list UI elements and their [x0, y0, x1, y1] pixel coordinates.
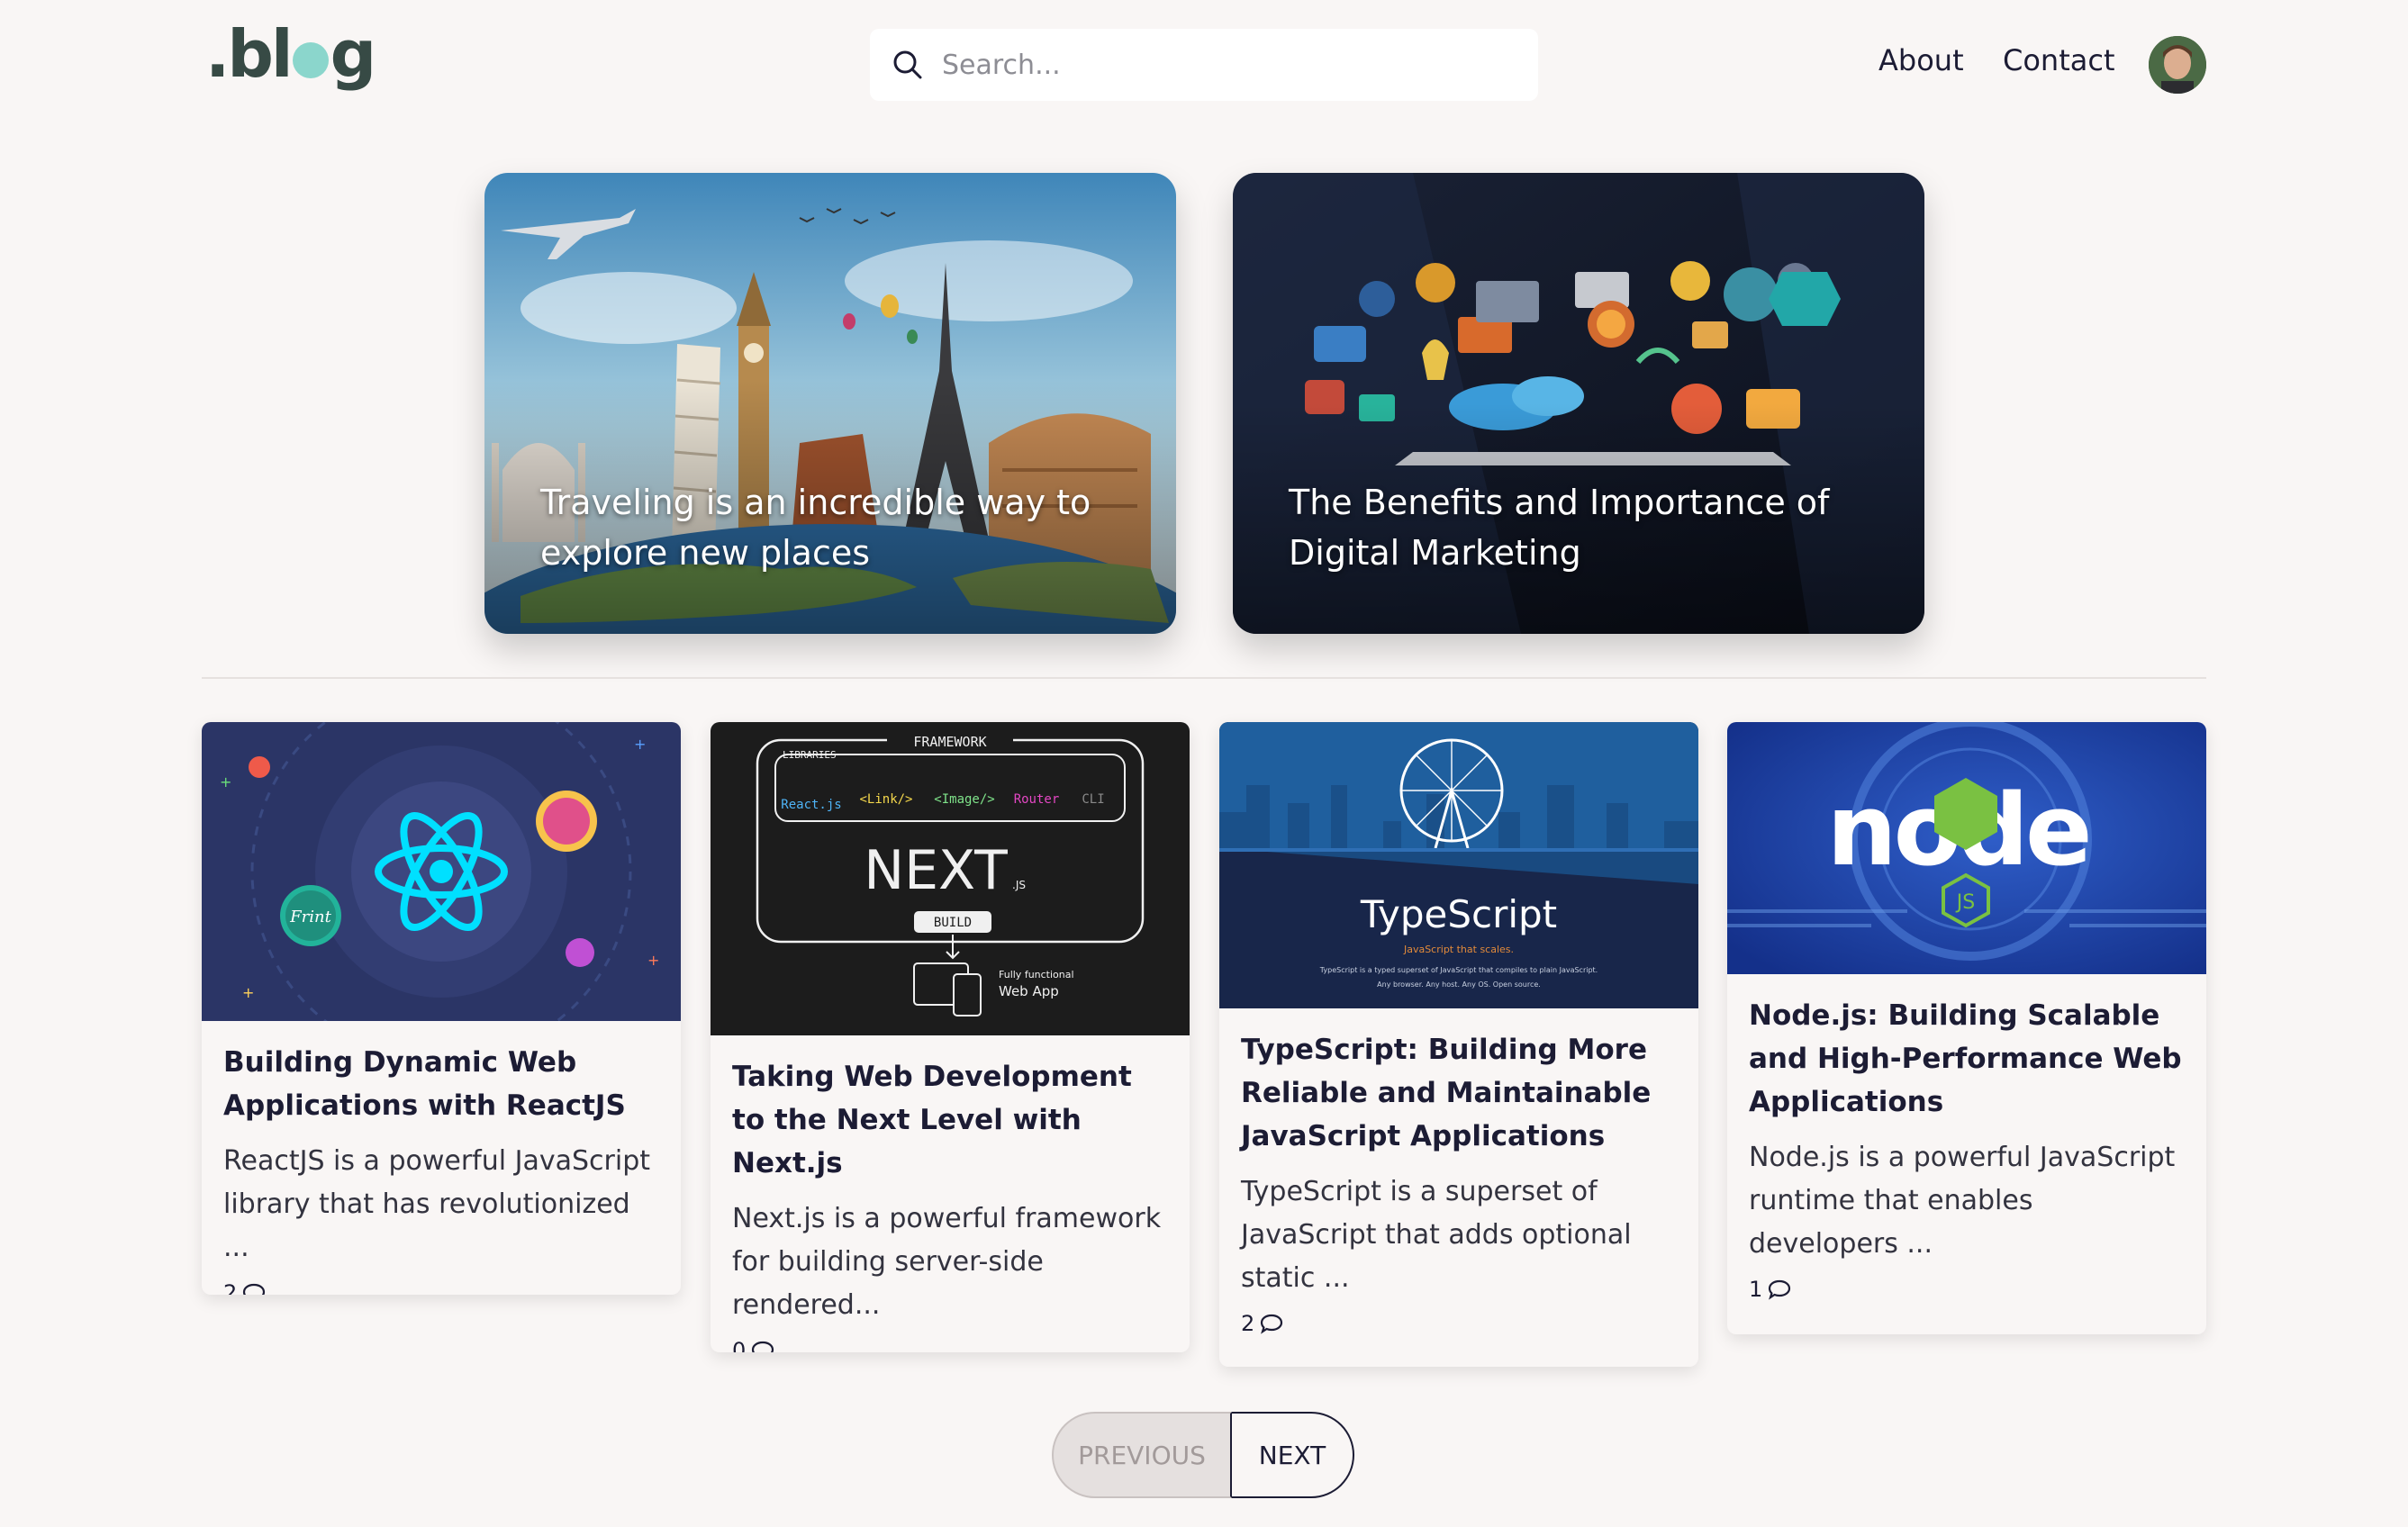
svg-text:NEXT: NEXT: [864, 839, 1008, 902]
featured-card-marketing[interactable]: The Benefits and Importance of Digital M…: [1233, 173, 1924, 634]
post-title[interactable]: Node.js: Building Scalable and High-Perf…: [1749, 994, 2185, 1124]
search-icon: [893, 50, 922, 79]
post-excerpt: ReactJS is a powerful JavaScript library…: [223, 1145, 650, 1263]
svg-text:LIBRARIES: LIBRARIES: [783, 749, 837, 761]
svg-text:JavaScript that scales.: JavaScript that scales.: [1403, 944, 1514, 955]
section-divider: [202, 677, 2206, 679]
post-card-typescript[interactable]: TypeScript JavaScript that scales. TypeS…: [1219, 722, 1698, 1367]
site-header: .blg About Contact: [0, 0, 2408, 135]
next-button[interactable]: NEXT: [1232, 1412, 1354, 1498]
post-card-body: TypeScript: Building More Reliable and M…: [1219, 1008, 1698, 1336]
comment-icon: [1769, 1279, 1791, 1300]
svg-text:+: +: [242, 984, 254, 1001]
post-card-react[interactable]: Frint + + + + Building Dynamic Web Appli…: [202, 722, 681, 1295]
logo-suffix: g: [330, 16, 377, 92]
featured-title: Traveling is an incredible way to explor…: [540, 483, 1091, 573]
svg-text:<Link/>: <Link/>: [859, 792, 912, 807]
svg-text:TypeScript: TypeScript: [1360, 892, 1557, 936]
comment-count-value: 2: [223, 1280, 238, 1295]
comment-count-value: 1: [1749, 1277, 1763, 1302]
post-card-nodejs[interactable]: node JS Node.js: Building Scalable and H…: [1727, 722, 2206, 1334]
pagination: PREVIOUS NEXT: [1052, 1412, 1354, 1498]
post-excerpt: TypeScript is a superset of JavaScript t…: [1241, 1176, 1632, 1294]
svg-text:Router: Router: [1014, 792, 1060, 807]
svg-text:JS: JS: [1955, 891, 1975, 914]
nav-about-link[interactable]: About: [1878, 43, 1964, 77]
svg-text:+: +: [220, 773, 231, 791]
post-image-nodejs: node JS: [1727, 722, 2206, 974]
search-input[interactable]: [940, 48, 1498, 82]
svg-text:<Image/>: <Image/>: [934, 792, 994, 807]
post-excerpt: Next.js is a powerful framework for buil…: [732, 1203, 1162, 1321]
svg-text:BUILD: BUILD: [934, 916, 972, 930]
comment-count: 1: [1749, 1277, 2185, 1302]
post-excerpt: Node.js is a powerful JavaScript runtime…: [1749, 1142, 2176, 1260]
featured-card-travel[interactable]: Traveling is an incredible way to explor…: [484, 173, 1176, 634]
post-title[interactable]: Building Dynamic Web Applications with R…: [223, 1041, 659, 1127]
comment-count: 0: [732, 1338, 1168, 1352]
search-box[interactable]: [870, 29, 1538, 101]
post-card-body: Building Dynamic Web Applications with R…: [202, 1021, 681, 1295]
logo-dot-icon: [292, 42, 329, 78]
site-logo[interactable]: .bl g: [205, 22, 376, 86]
comment-icon: [752, 1341, 774, 1352]
frint-badge-text: Frint: [289, 908, 331, 926]
post-title[interactable]: Taking Web Development to the Next Level…: [732, 1055, 1168, 1185]
post-image-typescript: TypeScript JavaScript that scales. TypeS…: [1219, 722, 1698, 1008]
featured-title: The Benefits and Importance of Digital M…: [1289, 483, 1830, 573]
comment-count: 2: [223, 1280, 659, 1295]
post-card-body: Node.js: Building Scalable and High-Perf…: [1727, 974, 2206, 1302]
comment-icon: [1261, 1314, 1283, 1334]
previous-button[interactable]: PREVIOUS: [1052, 1412, 1232, 1498]
svg-text:Any browser. Any host. Any OS.: Any browser. Any host. Any OS. Open sour…: [1377, 980, 1541, 989]
post-card-nextjs[interactable]: FRAMEWORK LIBRARIES React.js <Link/> <Im…: [711, 722, 1190, 1352]
post-card-body: Taking Web Development to the Next Level…: [711, 1035, 1190, 1352]
comment-icon: [243, 1283, 266, 1295]
svg-text:.JS: .JS: [1012, 879, 1026, 891]
user-avatar[interactable]: [2149, 36, 2206, 94]
comment-count-value: 2: [1241, 1311, 1255, 1336]
svg-text:TypeScript is a typed superset: TypeScript is a typed superset of JavaSc…: [1319, 966, 1598, 974]
svg-text:+: +: [647, 952, 659, 969]
comment-count: 2: [1241, 1311, 1677, 1336]
post-image-react: Frint + + + +: [202, 722, 681, 1021]
comment-count-value: 0: [732, 1338, 747, 1352]
svg-text:Fully functional: Fully functional: [999, 969, 1074, 980]
post-image-nextjs: FRAMEWORK LIBRARIES React.js <Link/> <Im…: [711, 722, 1190, 1035]
svg-text:+: +: [634, 736, 646, 753]
nav-contact-link[interactable]: Contact: [2003, 43, 2115, 77]
svg-text:CLI: CLI: [1082, 792, 1104, 807]
blog-page: .blg About Contact: [0, 0, 2408, 1527]
svg-text:FRAMEWORK: FRAMEWORK: [913, 734, 986, 750]
svg-text:React.js: React.js: [781, 798, 841, 812]
svg-text:Web App: Web App: [999, 983, 1059, 999]
post-title[interactable]: TypeScript: Building More Reliable and M…: [1241, 1028, 1677, 1158]
logo-prefix: .bl: [205, 16, 294, 92]
